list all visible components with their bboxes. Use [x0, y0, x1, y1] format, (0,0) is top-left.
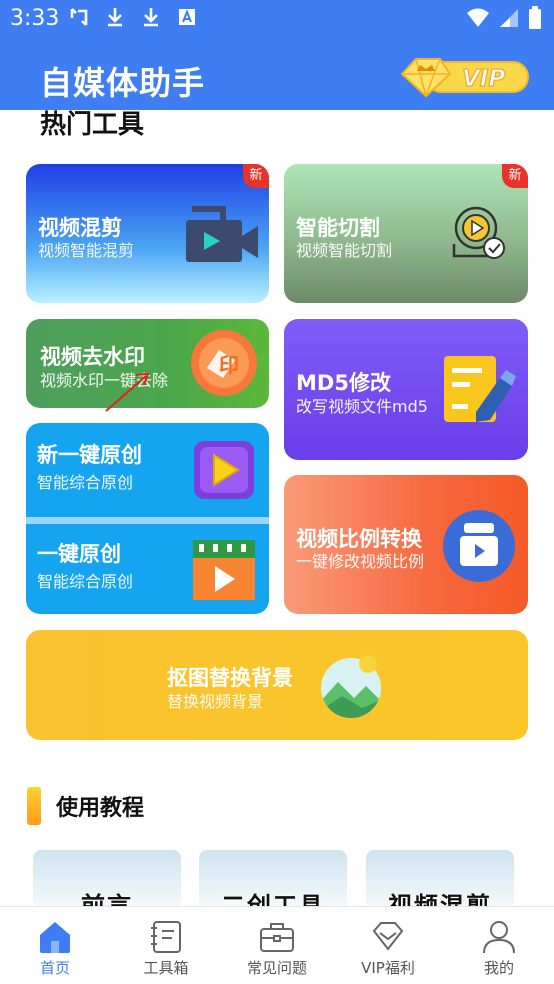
replace-background-card[interactable]: 抠图替换背景 替换视频背景 [26, 630, 528, 740]
annotation-arrow [105, 372, 150, 412]
nav-toolbox[interactable]: 工具箱 [111, 907, 221, 984]
film-clip-icon [193, 540, 255, 600]
download-icon [108, 8, 122, 27]
wifi-icon [467, 8, 489, 27]
card-subtitle: 替换视频背景 [167, 692, 264, 711]
landscape-image-icon [321, 655, 381, 718]
vip-badge-graphic: VIP [400, 58, 529, 98]
card-title: 新一键原创 [37, 443, 142, 467]
stamp-glyph: 印 [219, 353, 239, 377]
card-divider [26, 517, 269, 524]
play-button-icon [194, 441, 254, 499]
nav-vip-benefits[interactable]: VIP福利 [333, 907, 443, 984]
nav-profile[interactable]: 我的 [444, 907, 554, 984]
download-icon [144, 8, 158, 27]
cut-video-icon [452, 206, 505, 259]
tutorial-heading-accent [27, 787, 41, 825]
card-subtitle: 智能综合原创 [37, 473, 134, 492]
new-badge: 新 [243, 164, 269, 188]
new-one-click-original-card[interactable]: 新一键原创 智能综合原创 [26, 423, 269, 517]
smart-cut-card[interactable]: 智能切割 视频智能切割 新 [284, 164, 528, 303]
stamp-eraser-icon: 印 [191, 330, 257, 396]
status-system [466, 6, 542, 30]
vip-label: VIP [462, 66, 505, 92]
card-subtitle: 视频智能切割 [296, 241, 393, 260]
diamond-icon [372, 922, 404, 951]
card-subtitle: 智能综合原创 [37, 572, 134, 591]
tutorial-thumbnail[interactable]: 前言 [33, 850, 181, 906]
signal-icon [500, 9, 518, 27]
md5-card[interactable]: MD5修改 改写视频文件md5 [284, 319, 528, 460]
tutorial-thumbnail[interactable]: 视频混剪 [366, 850, 514, 906]
nav-label: 首页 [39, 959, 70, 977]
nav-faq[interactable]: 常见问题 [222, 907, 332, 984]
vip-button[interactable]: VIP [400, 53, 532, 99]
tutorial-heading: 使用教程 [56, 796, 145, 821]
app-a-icon [179, 9, 195, 25]
nav-label: VIP福利 [361, 959, 415, 977]
notebook-icon [151, 921, 181, 953]
video-ratio-icon [443, 510, 515, 582]
thumbnail-title: 视频混剪 [388, 892, 492, 906]
card-title: 一键原创 [37, 542, 121, 566]
app-title: 自媒体助手 [40, 64, 206, 102]
tutorial-thumbnail[interactable]: 二创工具 [199, 850, 347, 906]
user-icon [483, 921, 515, 954]
card-subtitle: 一键修改视频比例 [296, 552, 425, 571]
status-time: 3:33 [10, 6, 60, 31]
nav-label: 工具箱 [143, 959, 189, 977]
status-notifications [68, 6, 198, 28]
card-subtitle: 改写视频文件md5 [296, 397, 428, 416]
aspect-ratio-card[interactable]: 视频比例转换 一键修改视频比例 [284, 475, 528, 614]
nav-label: 常见问题 [246, 959, 307, 977]
video-mix-card[interactable]: 视频混剪 视频智能混剪 新 [26, 164, 269, 303]
card-subtitle: 视频智能混剪 [38, 241, 135, 260]
hot-tools-heading: 热门工具 [40, 110, 145, 140]
one-click-original-card[interactable]: 一键原创 智能综合原创 [26, 524, 269, 614]
home-icon [40, 922, 70, 953]
app-bar: 自媒体助手 VIP [0, 38, 554, 110]
main-content[interactable]: 热门工具 视频混剪 视频智能混剪 新 智能切割 视频智能切割 新 视频去水印 视… [0, 110, 554, 906]
status-bar: 3:33 [0, 0, 554, 38]
battery-icon [529, 6, 541, 29]
bottom-navigation: 首页 工具箱 常见问题 VIP福利 我的 [0, 906, 554, 984]
video-camera-icon [186, 206, 258, 262]
edit-document-icon [444, 356, 516, 422]
thumbnail-title: 二创工具 [221, 892, 325, 906]
new-badge: 新 [502, 164, 528, 188]
nav-home[interactable]: 首页 [0, 907, 110, 984]
nav-label: 我的 [483, 959, 514, 977]
thumbnail-title: 前言 [81, 892, 133, 906]
sync-icon [70, 8, 88, 26]
briefcase-icon [260, 923, 294, 952]
